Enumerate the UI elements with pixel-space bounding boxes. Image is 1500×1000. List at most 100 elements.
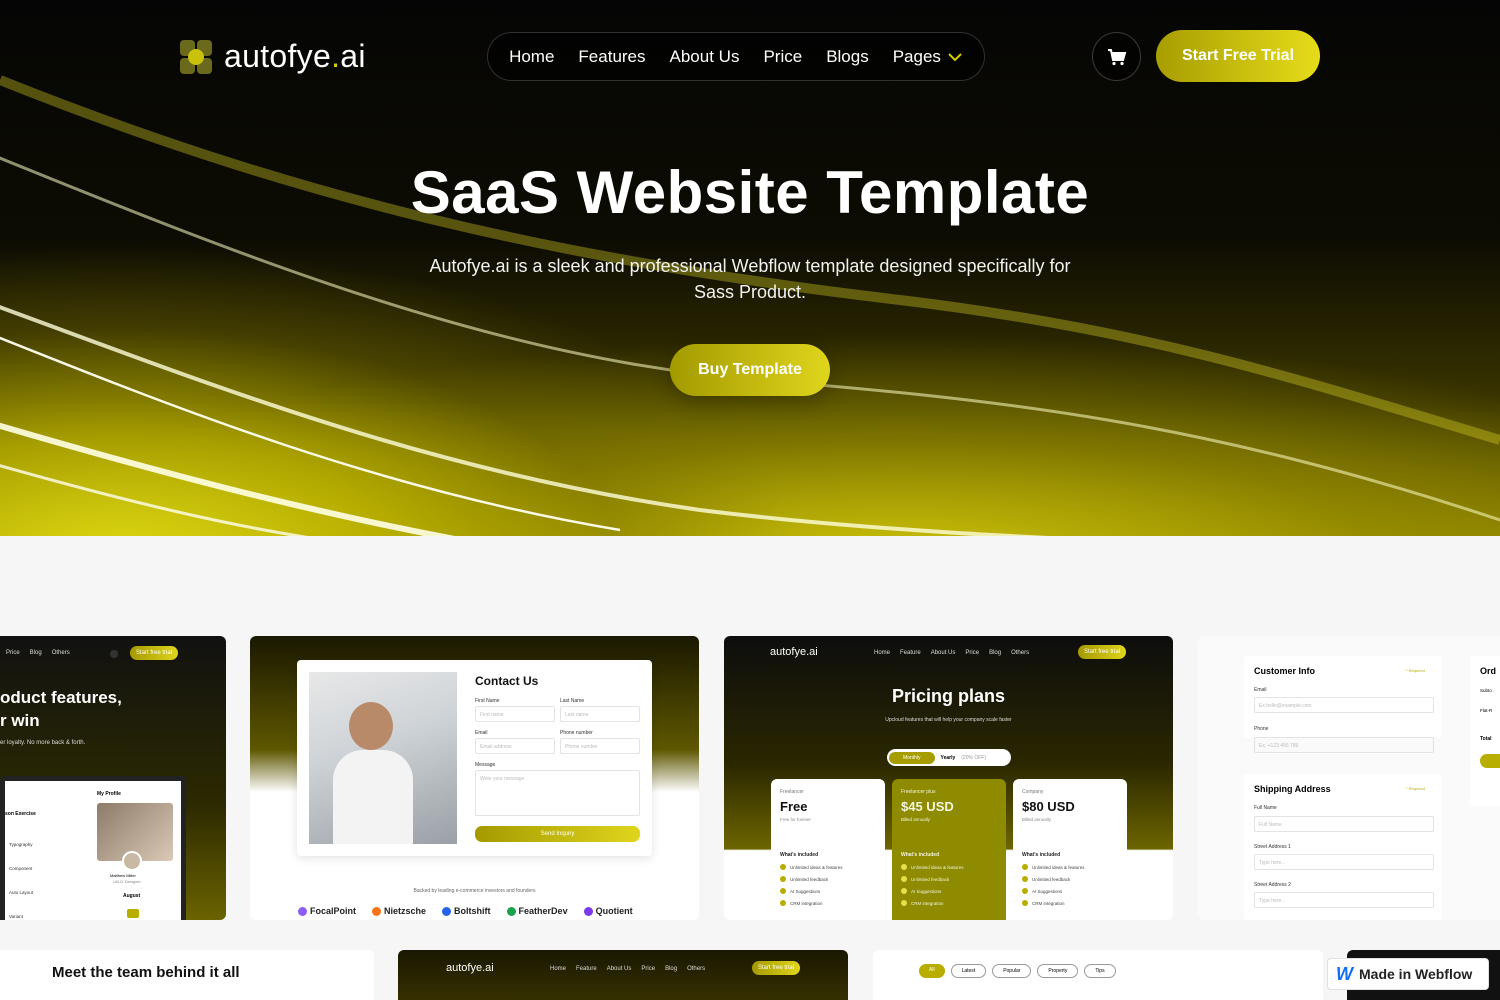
mini-nav-item: Others (51, 650, 70, 656)
home-brand: autofye.ai (446, 962, 494, 974)
nav-home[interactable]: Home (509, 47, 554, 67)
buy-template-button[interactable]: Buy Template (670, 344, 830, 396)
logo-focalpoint: FocalPoint (298, 906, 356, 916)
toggle-discount: (20% OFF) (961, 754, 986, 761)
preview-card-features[interactable]: Price Blog Others Start free trial oduct… (0, 636, 226, 920)
send-inquiry-button[interactable]: Send Inquiry (475, 826, 640, 842)
pricing-trial-button: Start free trial (1078, 645, 1126, 659)
person-role: UI/UX Designer (113, 879, 141, 884)
toggle-yearly[interactable]: Yearly (941, 755, 956, 761)
app-mockup: My Profile son Exercise Typography Compo… (0, 776, 186, 920)
logo-boltshift: Boltshift (442, 906, 491, 916)
flat-rate-label: Flat-R (1480, 708, 1493, 713)
phone-field[interactable]: Phone number (560, 738, 640, 754)
subtotal-label: Subto (1480, 688, 1492, 693)
last-name-field[interactable]: Last name (560, 706, 640, 722)
order-title: Ord (1480, 666, 1497, 676)
preview-card-home-dark[interactable]: autofye.ai Home Feature About Us Price Blo… (398, 950, 848, 1000)
phone-label: Phone (1254, 726, 1269, 732)
hero-section: autofye.ai Home Features About Us Price … (0, 0, 1500, 536)
made-in-webflow-badge[interactable]: W Made in Webflow (1327, 958, 1489, 990)
pricing-title: Pricing plans (891, 686, 1006, 706)
mini-nav-item: Blog (29, 650, 42, 656)
required-label: * Required (1406, 786, 1425, 791)
preview-card-team[interactable]: Meet the team behind it all (0, 950, 374, 1000)
street1-label: Street Address 1 (1254, 844, 1291, 850)
logo-nietzsche: Nietzsche (372, 906, 426, 916)
mini-trial-button: Start free trial (130, 646, 178, 660)
blog-filters: All Latest Popular Property Tips (919, 964, 1116, 978)
nav-pages-dropdown[interactable]: Pages (893, 47, 963, 67)
start-free-trial-button[interactable]: Start Free Trial (1156, 30, 1320, 82)
webflow-logo-icon: W (1336, 963, 1353, 984)
street2-label: Street Address 2 (1254, 882, 1291, 888)
mini-cart-icon (110, 650, 118, 658)
order-summary-panel: Ord Subto Flat-R Total (1470, 656, 1500, 806)
logo-quotient: Quotient (583, 906, 633, 916)
pricing-mini-nav: Home Feature About Us Price Blog Others (874, 650, 1030, 656)
preview-card-checkout[interactable]: Customer Info * Required Email Ex.hello@… (1198, 636, 1500, 920)
email-label: Email (475, 730, 488, 736)
preview-card-pricing[interactable]: autofye.ai Home Feature About Us Price Blo… (724, 636, 1173, 920)
main-nav: Home Features About Us Price Blogs Pages (487, 32, 985, 81)
email-field[interactable]: Email address (475, 738, 555, 754)
filter-property[interactable]: Property (1037, 964, 1079, 978)
total-label: Total (1480, 736, 1492, 742)
preview-card-blog[interactable]: All Latest Popular Property Tips (873, 950, 1323, 1000)
contact-photo (309, 672, 457, 844)
contact-title: Contact Us (475, 674, 539, 688)
full-name-field[interactable]: Full Name (1254, 816, 1434, 832)
first-name-label: First Name (475, 698, 500, 704)
email-label: Email (1254, 687, 1267, 693)
mini-nav-item: Price (6, 650, 20, 656)
plan-card-company: Company $80 USD Billed annually What's i… (1013, 779, 1127, 920)
cart-icon (1107, 48, 1126, 65)
investor-logos: FocalPoint Nietzsche Boltshift FeatherDe… (298, 906, 633, 916)
mini-nav: Price Blog Others (6, 650, 70, 656)
features-heading: oduct features, r win (0, 688, 122, 730)
phone-label: Phone number (560, 730, 593, 736)
filter-popular[interactable]: Popular (992, 964, 1032, 978)
filter-latest[interactable]: Latest (950, 964, 987, 978)
home-mini-nav: Home Feature About Us Price Blog Others (550, 966, 706, 972)
plan-card-free: Freelancer Free Free for forever What's … (771, 779, 885, 920)
brand-logo[interactable]: autofye.ai (180, 38, 366, 75)
nav-blogs[interactable]: Blogs (826, 47, 869, 67)
first-name-field[interactable]: First name (475, 706, 555, 722)
pricing-brand: autofye.ai (770, 646, 818, 658)
nav-features[interactable]: Features (578, 47, 645, 67)
toggle-monthly[interactable]: Monthly (889, 751, 935, 764)
badge-label: Made in Webflow (1359, 966, 1473, 982)
message-field[interactable]: Write your message (475, 770, 640, 816)
mockup-profile-title: My Profile (97, 791, 121, 797)
filter-all[interactable]: All (919, 964, 945, 978)
filter-tips[interactable]: Tips (1084, 964, 1116, 978)
nav-price[interactable]: Price (763, 47, 802, 67)
backed-by-text: Backed by leading e-commerce investors a… (413, 888, 536, 894)
message-label: Message (475, 762, 496, 768)
preview-card-contact[interactable]: Contact Us First Name Last Name First na… (250, 636, 699, 920)
logo-icon (180, 39, 212, 74)
billing-toggle[interactable]: Monthly Yearly (20% OFF) (887, 749, 1011, 766)
hero-subtitle: Autofye.ai is a sleek and professional W… (429, 256, 1071, 302)
logo-featherdev: FeatherDev (506, 906, 568, 916)
mockup-list-title: son Exercise (5, 811, 36, 817)
team-title: Meet the team behind it all (52, 964, 240, 981)
checkout-button[interactable] (1480, 754, 1500, 768)
cart-button[interactable] (1092, 32, 1141, 81)
checkout-phone-field[interactable]: Ex. +123 456 789 (1254, 737, 1434, 753)
brand-name: autofye.ai (224, 38, 366, 74)
contact-form-card: Contact Us First Name Last Name First na… (297, 660, 652, 856)
shipping-panel: Shipping Address * Required Full Name Fu… (1244, 774, 1442, 920)
street1-field[interactable]: Type here... (1254, 854, 1434, 870)
required-label: * Required (1406, 668, 1425, 673)
checkout-email-field[interactable]: Ex.hello@example.com (1254, 697, 1434, 713)
street2-field[interactable]: Type here... (1254, 892, 1434, 908)
hero-title: SaaS Website Template (410, 159, 1090, 226)
nav-about-us[interactable]: About Us (670, 47, 740, 67)
pricing-subtitle: Upcloud features that will help your com… (885, 717, 1012, 723)
avatar (122, 851, 142, 871)
shipping-title: Shipping Address (1254, 784, 1331, 794)
calendar-month: August (123, 893, 141, 899)
home-trial-button: Start free trial (752, 961, 800, 975)
